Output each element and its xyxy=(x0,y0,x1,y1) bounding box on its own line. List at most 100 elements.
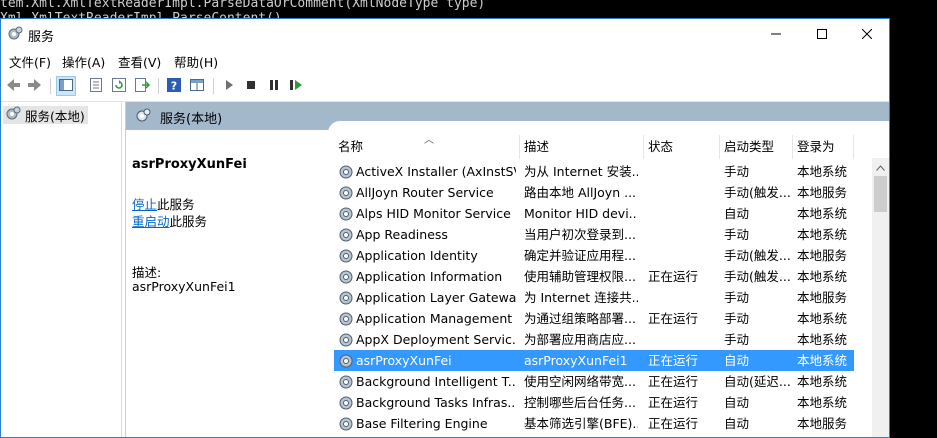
service-description: 为通过组策略部署... xyxy=(524,311,636,326)
table-row[interactable]: AllJoyn Router Service 路由本地 AllJoyn ... 手动… xyxy=(334,182,854,203)
export-list-icon xyxy=(134,77,151,96)
service-gear-icon xyxy=(338,227,354,243)
help-button[interactable]: ? xyxy=(164,76,184,96)
stop-service-suffix: 此服务 xyxy=(157,197,195,212)
show-console-tree-icon xyxy=(58,77,74,96)
service-description: 确定并验证应用程... xyxy=(524,248,636,263)
stop-icon xyxy=(243,77,259,96)
scroll-thumb[interactable] xyxy=(874,176,887,212)
restart-service-link[interactable]: 重启动 xyxy=(132,214,170,229)
table-row[interactable]: Base Filtering Engine 基本筛选引擎(BFE)... 正在运行 自… xyxy=(334,413,854,434)
title-bar[interactable]: 服务 xyxy=(1,19,889,49)
service-gear-icon xyxy=(338,332,354,348)
service-description: 为 Internet 连接共... xyxy=(524,290,638,305)
menu-action[interactable]: 操作(A) xyxy=(62,52,105,71)
column-header-logon-as[interactable]: 登录为 xyxy=(793,135,854,159)
description-text: asrProxyXunFei1 xyxy=(132,279,236,294)
table-row[interactable]: Alps HID Monitor Service Monitor HID devi… xyxy=(334,203,854,224)
column-header-name[interactable]: ︿ 名称 xyxy=(334,135,520,159)
service-logon-as: 本地系统 xyxy=(797,164,848,179)
restart-service-button[interactable] xyxy=(286,76,306,96)
table-row[interactable]: BitLocker Drive Encryptio... BDESVC 承载 Bi… xyxy=(334,434,854,437)
column-header-description[interactable]: 描述 xyxy=(520,135,644,159)
service-startup-type: 手动 xyxy=(724,227,750,242)
service-logon-as: 本地系统 xyxy=(797,332,848,347)
table-row[interactable]: Application Management 为通过组策略部署... 正在运行 手动 本… xyxy=(334,308,854,329)
show-action-pane-button[interactable] xyxy=(187,76,207,96)
service-name: Alps HID Monitor Service xyxy=(356,206,511,221)
service-logon-as: 本地系统 xyxy=(797,434,853,437)
show-console-tree-button[interactable] xyxy=(56,76,76,96)
service-gear-icon xyxy=(338,395,354,411)
services-app-icon xyxy=(7,26,23,45)
export-list-button[interactable] xyxy=(132,76,152,96)
service-logon-as: 本地系统 xyxy=(797,206,848,221)
service-logon-as: 本地服务 xyxy=(797,248,848,263)
table-row[interactable]: asrProxyXunFei asrProxyXunFei1 正在运行 自动 本地系统 xyxy=(334,350,854,371)
refresh-icon xyxy=(111,77,127,96)
column-header-label: 名称 xyxy=(338,139,364,154)
service-description: 使用辅助管理权限... xyxy=(524,269,636,284)
panel-title: 服务(本地) xyxy=(160,112,223,127)
refresh-button[interactable] xyxy=(109,76,129,96)
pause-service-button[interactable] xyxy=(264,76,284,96)
close-button[interactable] xyxy=(844,19,889,49)
menu-file[interactable]: 文件(F) xyxy=(9,52,51,71)
service-name: Application Identity xyxy=(356,248,478,263)
stop-service-button[interactable] xyxy=(241,76,261,96)
vertical-scrollbar[interactable] xyxy=(872,158,889,437)
column-header-label: 启动类型 xyxy=(724,139,775,154)
table-row[interactable]: Application Layer Gatewa... 为 Internet 连接… xyxy=(334,287,854,308)
service-logon-as: 本地系统 xyxy=(797,395,848,410)
back-button[interactable] xyxy=(3,76,23,96)
stop-service-link[interactable]: 停止 xyxy=(132,197,157,212)
minimize-button[interactable] xyxy=(753,19,799,49)
service-status xyxy=(648,329,718,350)
service-logon-as: 本地系统 xyxy=(797,227,848,242)
service-name: Background Tasks Infras... xyxy=(356,395,516,410)
menu-help[interactable]: 帮助(H) xyxy=(174,52,218,71)
service-startup-type: 手动(触发... xyxy=(724,248,791,263)
service-startup-type: 手动 xyxy=(724,332,750,347)
service-name-cell: Alps HID Monitor Service xyxy=(338,203,516,224)
service-description: 基本筛选引擎(BFE)... xyxy=(524,416,638,431)
service-gear-icon xyxy=(338,269,354,285)
service-name-cell: Application Layer Gatewa... xyxy=(338,287,516,308)
tree-item-services-local[interactable]: 服务(本地) xyxy=(3,106,88,124)
table-row[interactable]: Background Intelligent T... 使用空闲网络带宽... 正在… xyxy=(334,371,854,392)
table-row[interactable]: Background Tasks Infras... 控制哪些后台任务... 正在运… xyxy=(334,392,854,413)
service-startup-type: 手动 xyxy=(724,164,750,179)
forward-button[interactable] xyxy=(25,76,45,96)
column-header-startup-type[interactable]: 启动类型 xyxy=(720,135,793,159)
menu-view[interactable]: 查看(V) xyxy=(118,52,161,71)
table-row[interactable]: Application Information 使用辅助管理权限... 正在运行 手动… xyxy=(334,266,854,287)
start-icon xyxy=(221,77,237,96)
service-startup-type: 手动(触发... xyxy=(724,185,791,200)
maximize-button[interactable] xyxy=(799,19,845,49)
service-status xyxy=(648,182,718,203)
maximize-icon xyxy=(817,27,827,42)
restart-service-suffix: 此服务 xyxy=(169,214,208,229)
chevron-up-icon xyxy=(876,159,885,174)
table-row[interactable]: AppX Deployment Servic... 为部署应用商店应... 手动 本地… xyxy=(334,329,854,350)
properties-button[interactable] xyxy=(86,76,106,96)
service-name-cell: Application Information xyxy=(338,266,516,287)
service-status: 正在运行 xyxy=(648,395,699,410)
start-service-button[interactable] xyxy=(219,76,239,96)
service-name: Application Information xyxy=(356,269,503,284)
column-header-status[interactable]: 状态 xyxy=(644,135,720,159)
service-description: 为部署应用商店应... xyxy=(524,332,636,347)
service-startup-type: 自动 xyxy=(724,395,750,410)
table-row[interactable]: Application Identity 确定并验证应用程... 手动(触发... 本… xyxy=(334,245,854,266)
service-gear-icon xyxy=(338,416,354,432)
service-name: App Readiness xyxy=(356,227,448,242)
table-row[interactable]: ActiveX Installer (AxInstSV) 为从 Internet … xyxy=(334,161,854,182)
service-description: Monitor HID devi... xyxy=(524,206,638,221)
services-gear-icon xyxy=(5,106,21,125)
help-icon: ? xyxy=(166,77,182,96)
table-row[interactable]: App Readiness 当用户初次登录到... 手动 本地系统 xyxy=(334,224,854,245)
service-status xyxy=(648,161,718,182)
scroll-up-button[interactable] xyxy=(872,158,889,175)
column-header-label: 状态 xyxy=(648,139,674,154)
service-name-cell: App Readiness xyxy=(338,224,516,245)
